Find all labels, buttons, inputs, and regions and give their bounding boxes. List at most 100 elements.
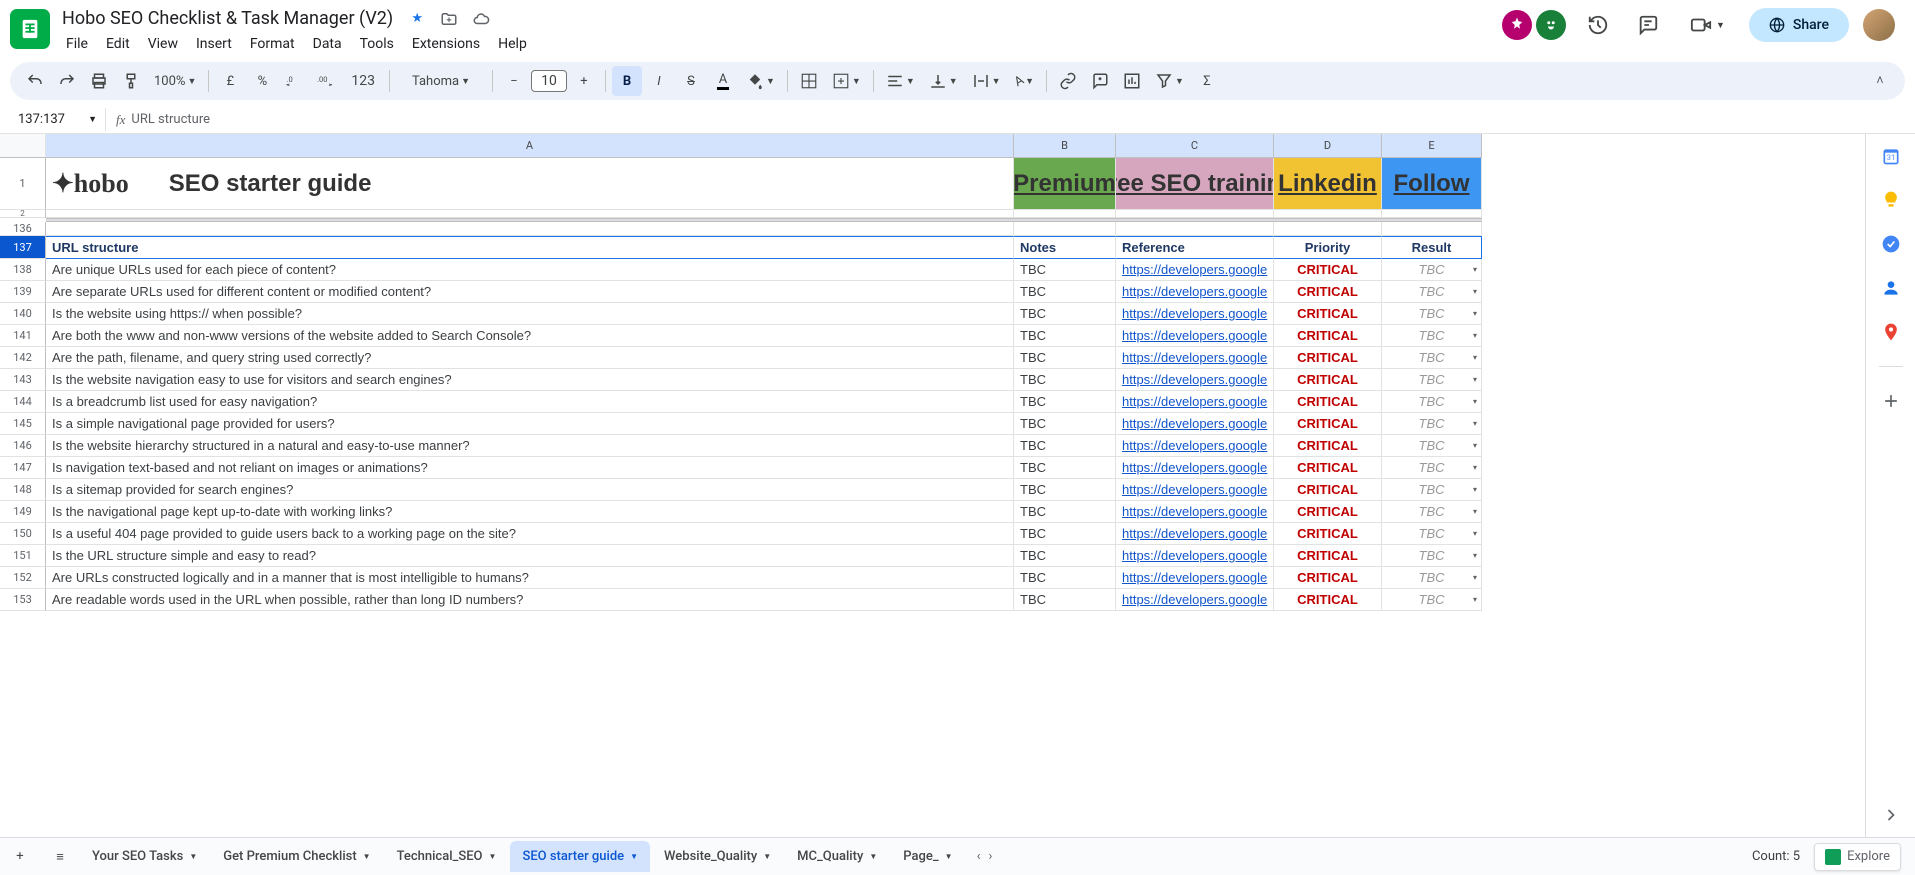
cell[interactable]: TBC — [1014, 479, 1116, 501]
col-header-d[interactable]: D — [1274, 134, 1382, 158]
sheet-tab[interactable]: Your SEO Tasks▼ — [80, 841, 209, 872]
meet-button[interactable]: ▼ — [1680, 8, 1735, 42]
cell[interactable]: TBC — [1382, 369, 1482, 391]
cell[interactable]: https://developers.google — [1116, 567, 1274, 589]
row-header[interactable]: 145 — [0, 413, 46, 435]
cell[interactable]: CRITICAL — [1274, 501, 1382, 523]
cell[interactable]: TBC — [1014, 369, 1116, 391]
add-sheet-button[interactable]: + — [0, 839, 40, 875]
selection-count[interactable]: Count: 5 — [1752, 849, 1800, 864]
cell[interactable]: https://developers.google — [1116, 303, 1274, 325]
select-all-corner[interactable] — [0, 134, 46, 158]
cell[interactable]: TBC — [1014, 303, 1116, 325]
cell[interactable]: Is a simple navigational page provided f… — [46, 413, 1014, 435]
collaborator-avatars[interactable] — [1502, 10, 1566, 40]
menu-edit[interactable]: Edit — [98, 32, 138, 56]
cell[interactable]: CRITICAL — [1274, 589, 1382, 611]
filter-button[interactable]: ▼ — [1149, 66, 1190, 96]
cell[interactable]: https://developers.google — [1116, 479, 1274, 501]
menu-format[interactable]: Format — [242, 32, 303, 56]
merge-cells-button[interactable]: ▼ — [826, 66, 867, 96]
cell[interactable]: CRITICAL — [1274, 281, 1382, 303]
cloud-status-icon[interactable] — [471, 9, 491, 29]
cell[interactable]: CRITICAL — [1274, 347, 1382, 369]
cell[interactable]: TBC — [1382, 479, 1482, 501]
cell[interactable]: https://developers.google — [1116, 391, 1274, 413]
cell[interactable]: CRITICAL — [1274, 325, 1382, 347]
cell[interactable]: CRITICAL — [1274, 567, 1382, 589]
percent-button[interactable]: % — [247, 66, 277, 96]
cell[interactable]: TBC — [1382, 325, 1482, 347]
document-title[interactable]: Hobo SEO Checklist & Task Manager (V2) — [58, 7, 397, 30]
cell[interactable]: Are readable words used in the URL when … — [46, 589, 1014, 611]
collapse-toolbar-button[interactable]: ᐱ — [1865, 66, 1895, 96]
functions-button[interactable]: Σ — [1192, 66, 1222, 96]
cell[interactable]: TBC — [1382, 457, 1482, 479]
calendar-icon[interactable]: 31 — [1881, 146, 1901, 166]
row-header[interactable]: 149 — [0, 501, 46, 523]
contacts-icon[interactable] — [1881, 278, 1901, 298]
increase-decimal-button[interactable]: .00 — [311, 66, 341, 96]
cell[interactable]: CRITICAL — [1274, 435, 1382, 457]
paint-format-button[interactable] — [116, 66, 146, 96]
cell[interactable]: TBC — [1014, 325, 1116, 347]
sheet-tab[interactable]: Website_Quality▼ — [652, 841, 783, 872]
hide-sidepanel-icon[interactable] — [1881, 805, 1901, 825]
cell[interactable]: https://developers.google — [1116, 523, 1274, 545]
explore-button[interactable]: Explore — [1814, 843, 1901, 871]
cell[interactable]: TBC — [1014, 391, 1116, 413]
cell[interactable]: Is the URL structure simple and easy to … — [46, 545, 1014, 567]
history-icon[interactable] — [1580, 7, 1616, 43]
cell[interactable]: Is the website hierarchy structured in a… — [46, 435, 1014, 457]
cell[interactable]: TBC — [1382, 589, 1482, 611]
text-rotation-button[interactable]: A▼ — [1009, 66, 1040, 96]
cell[interactable]: Is the website navigation easy to use fo… — [46, 369, 1014, 391]
cell[interactable]: TBC — [1014, 413, 1116, 435]
insert-comment-button[interactable] — [1085, 66, 1115, 96]
all-sheets-button[interactable]: ≡ — [40, 839, 80, 875]
row-header[interactable]: 143 — [0, 369, 46, 391]
col-header-b[interactable]: B — [1014, 134, 1116, 158]
undo-button[interactable] — [20, 66, 50, 96]
cell[interactable]: TBC — [1014, 281, 1116, 303]
sheets-app-icon[interactable] — [10, 9, 50, 49]
col-header-e[interactable]: E — [1382, 134, 1482, 158]
row-header[interactable]: 139 — [0, 281, 46, 303]
cell[interactable]: CRITICAL — [1274, 479, 1382, 501]
account-avatar[interactable] — [1863, 9, 1895, 41]
cell[interactable]: https://developers.google — [1116, 457, 1274, 479]
cell[interactable]: CRITICAL — [1274, 259, 1382, 281]
formula-input[interactable]: URL structure — [131, 112, 210, 127]
cell[interactable]: Is a sitemap provided for search engines… — [46, 479, 1014, 501]
row-header[interactable]: 1 — [0, 158, 46, 210]
row-header[interactable]: 152 — [0, 567, 46, 589]
collab-avatar-2[interactable] — [1536, 10, 1566, 40]
cell[interactable]: Is a breadcrumb list used for easy navig… — [46, 391, 1014, 413]
cell[interactable]: TBC — [1382, 281, 1482, 303]
move-folder-icon[interactable] — [439, 9, 459, 29]
cell[interactable]: TBC — [1382, 303, 1482, 325]
cell[interactable]: TBC — [1382, 413, 1482, 435]
sheet-tab[interactable]: Page_▼ — [891, 841, 964, 872]
cell[interactable]: CRITICAL — [1274, 523, 1382, 545]
tab-scroll-right[interactable]: › — [988, 849, 992, 864]
cell[interactable]: https://developers.google — [1116, 589, 1274, 611]
cell[interactable]: TBC — [1014, 567, 1116, 589]
text-color-button[interactable]: A — [708, 66, 738, 96]
cell[interactable]: TBC — [1382, 567, 1482, 589]
row-header[interactable]: 153 — [0, 589, 46, 611]
maps-icon[interactable] — [1881, 322, 1901, 342]
col-header-c[interactable]: C — [1116, 134, 1274, 158]
name-box[interactable]: 137:137▼ — [10, 108, 106, 131]
row-header[interactable]: 146 — [0, 435, 46, 457]
cell[interactable]: CRITICAL — [1274, 369, 1382, 391]
cell[interactable]: https://developers.google — [1116, 281, 1274, 303]
insert-chart-button[interactable] — [1117, 66, 1147, 96]
decrease-decimal-button[interactable]: .0 — [279, 66, 309, 96]
menu-extensions[interactable]: Extensions — [404, 32, 488, 56]
cell[interactable]: CRITICAL — [1274, 391, 1382, 413]
borders-button[interactable] — [794, 66, 824, 96]
cell[interactable]: CRITICAL — [1274, 413, 1382, 435]
share-button[interactable]: Share — [1749, 8, 1849, 42]
cell[interactable]: Are both the www and non-www versions of… — [46, 325, 1014, 347]
